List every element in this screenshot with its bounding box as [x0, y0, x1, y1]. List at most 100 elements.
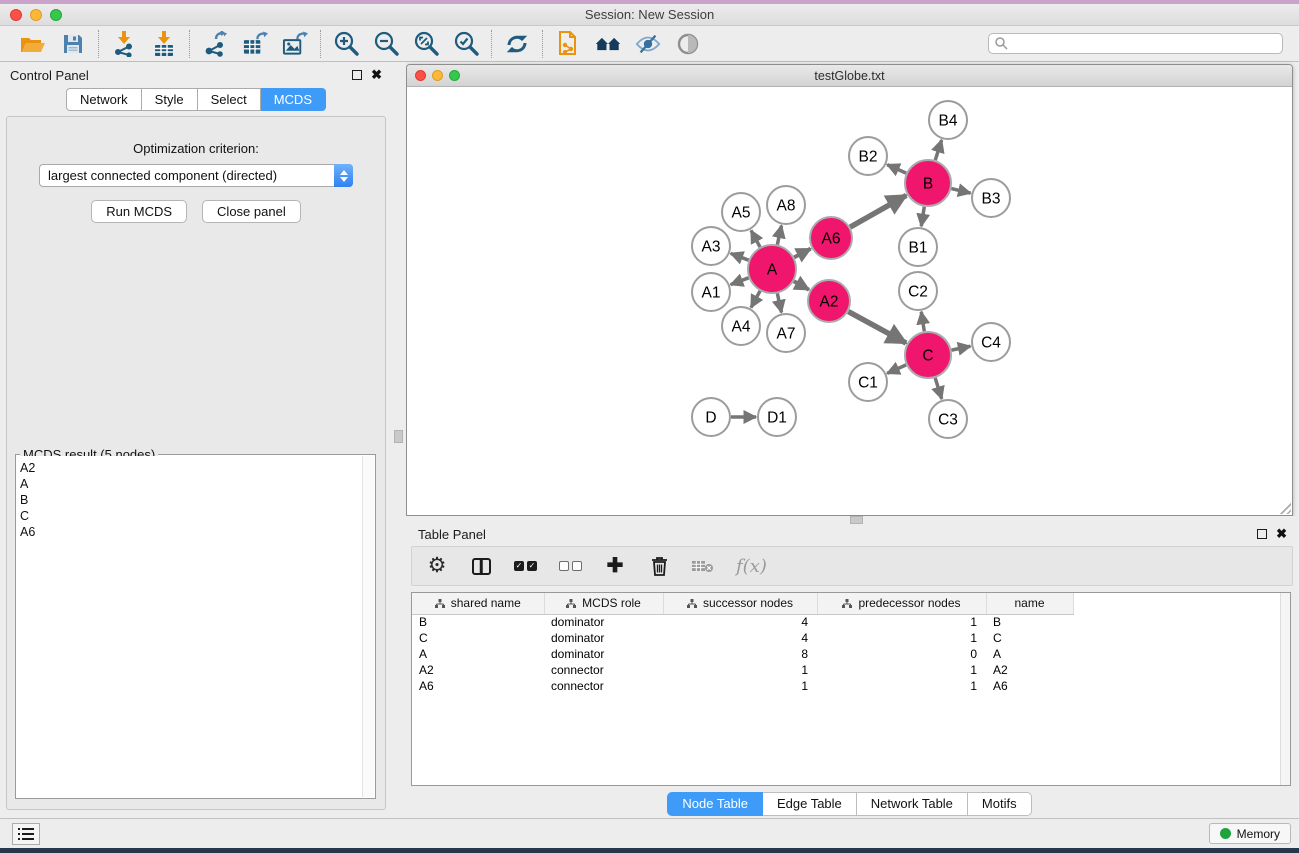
- splitter-grip[interactable]: [850, 516, 863, 524]
- tab-node-table[interactable]: Node Table: [667, 792, 763, 816]
- edge-A-A5[interactable]: [751, 230, 760, 247]
- table-cell[interactable]: C: [986, 630, 1073, 646]
- table-cell[interactable]: 1: [817, 662, 986, 678]
- close-table-panel-icon[interactable]: ✖: [1276, 529, 1287, 539]
- save-session-icon[interactable]: [60, 31, 86, 57]
- close-panel-button[interactable]: Close panel: [202, 200, 301, 223]
- table-cell[interactable]: 1: [817, 678, 986, 694]
- table-row[interactable]: A6connector11A6: [412, 678, 1089, 694]
- tab-select[interactable]: Select: [198, 88, 261, 111]
- clone-network-icon[interactable]: [555, 31, 581, 57]
- tab-motifs[interactable]: Motifs: [968, 792, 1032, 816]
- table-row[interactable]: Adominator80A: [412, 646, 1089, 662]
- search-input[interactable]: [1009, 37, 1282, 51]
- table-scrollbar[interactable]: [1280, 593, 1290, 785]
- table-cell[interactable]: C: [412, 630, 544, 646]
- table-cell[interactable]: 1: [817, 614, 986, 630]
- table-cell[interactable]: 1: [817, 630, 986, 646]
- column-header-predecessor-nodes[interactable]: predecessor nodes: [817, 593, 986, 614]
- tab-network[interactable]: Network: [66, 88, 142, 111]
- mcds-result-list[interactable]: A2ABCA6: [17, 456, 362, 797]
- edge-A-A8[interactable]: [777, 226, 781, 245]
- edge-A-A7[interactable]: [777, 293, 781, 312]
- memory-button[interactable]: Memory: [1209, 823, 1291, 844]
- export-table-icon[interactable]: [242, 31, 268, 57]
- edge-C-C3[interactable]: [935, 378, 942, 399]
- edge-A-A3[interactable]: [731, 253, 749, 260]
- node-A2[interactable]: A2: [808, 280, 850, 322]
- vertical-splitter[interactable]: [392, 62, 406, 818]
- run-mcds-button[interactable]: Run MCDS: [91, 200, 187, 223]
- mcds-result-item[interactable]: A2: [20, 460, 362, 476]
- table-cell[interactable]: dominator: [544, 630, 663, 646]
- table-cell[interactable]: dominator: [544, 614, 663, 630]
- table-cell[interactable]: 1: [663, 678, 817, 694]
- node-C3[interactable]: C3: [929, 400, 967, 438]
- import-network-icon[interactable]: [111, 31, 137, 57]
- node-A3[interactable]: A3: [692, 227, 730, 265]
- optimization-criterion-select[interactable]: largest connected component (directed): [39, 164, 353, 187]
- zoom-selected-icon[interactable]: [453, 31, 479, 57]
- network-window-titlebar[interactable]: testGlobe.txt: [407, 65, 1292, 87]
- home-icon[interactable]: [595, 31, 621, 57]
- node-A7[interactable]: A7: [767, 314, 805, 352]
- column-header-MCDS-role[interactable]: MCDS role: [544, 593, 663, 614]
- export-image-icon[interactable]: [282, 31, 308, 57]
- edge-A-A2[interactable]: [794, 281, 809, 290]
- network-canvas[interactable]: B4B2BB3B1A5A8A6A3AA1C2A2A4A7C1CC4C3DD1: [407, 87, 1292, 515]
- node-B4[interactable]: B4: [929, 101, 967, 139]
- mcds-result-item[interactable]: B: [20, 492, 362, 508]
- edge-B-B2[interactable]: [887, 165, 906, 174]
- column-header-shared-name[interactable]: shared name: [412, 593, 544, 614]
- edge-A6-B[interactable]: [850, 195, 906, 227]
- edge-A2-C[interactable]: [848, 312, 906, 343]
- node-C1[interactable]: C1: [849, 363, 887, 401]
- table-row[interactable]: A2connector11A2: [412, 662, 1089, 678]
- close-panel-icon[interactable]: ✖: [371, 70, 382, 80]
- edge-A-A1[interactable]: [731, 278, 749, 285]
- hide-details-eye-icon[interactable]: [635, 31, 661, 57]
- table-cell[interactable]: 4: [663, 614, 817, 630]
- table-cell[interactable]: 4: [663, 630, 817, 646]
- float-panel-icon[interactable]: [352, 70, 362, 80]
- import-table-icon[interactable]: [151, 31, 177, 57]
- show-columns-icon[interactable]: [470, 554, 492, 578]
- table-settings-gear-icon[interactable]: ⚙: [426, 554, 448, 578]
- task-history-button[interactable]: [12, 823, 40, 845]
- zoom-in-icon[interactable]: [333, 31, 359, 57]
- mcds-result-item[interactable]: C: [20, 508, 362, 524]
- column-header-successor-nodes[interactable]: successor nodes: [663, 593, 817, 614]
- deselect-all-columns-icon[interactable]: [559, 554, 582, 578]
- table-cell[interactable]: A2: [412, 662, 544, 678]
- table-cell[interactable]: A: [986, 646, 1073, 662]
- zoom-out-icon[interactable]: [373, 31, 399, 57]
- select-all-columns-icon[interactable]: ✓✓: [514, 554, 537, 578]
- table-row[interactable]: Bdominator41B: [412, 614, 1089, 630]
- node-A6[interactable]: A6: [810, 217, 852, 259]
- table-cell[interactable]: 1: [663, 662, 817, 678]
- show-details-eye-icon[interactable]: [675, 31, 701, 57]
- node-C4[interactable]: C4: [972, 323, 1010, 361]
- table-cell[interactable]: connector: [544, 662, 663, 678]
- node-C2[interactable]: C2: [899, 272, 937, 310]
- table-cell[interactable]: A: [412, 646, 544, 662]
- apply-layout-icon[interactable]: [504, 31, 530, 57]
- node-B[interactable]: B: [905, 160, 951, 206]
- table-cell[interactable]: dominator: [544, 646, 663, 662]
- table-row[interactable]: Cdominator41C: [412, 630, 1089, 646]
- mcds-list-scrollbar[interactable]: [362, 456, 374, 797]
- edge-B-B3[interactable]: [951, 189, 970, 194]
- edge-A-A6[interactable]: [794, 249, 811, 258]
- node-C[interactable]: C: [905, 332, 951, 378]
- add-column-icon[interactable]: ✚: [604, 554, 626, 578]
- table-cell[interactable]: A6: [412, 678, 544, 694]
- tab-edge-table[interactable]: Edge Table: [763, 792, 857, 816]
- node-D[interactable]: D: [692, 398, 730, 436]
- table-cell[interactable]: A6: [986, 678, 1073, 694]
- node-A4[interactable]: A4: [722, 307, 760, 345]
- table-cell[interactable]: A2: [986, 662, 1073, 678]
- node-D1[interactable]: D1: [758, 398, 796, 436]
- node-B1[interactable]: B1: [899, 228, 937, 266]
- float-table-panel-icon[interactable]: [1257, 529, 1267, 539]
- splitter-grip[interactable]: [394, 430, 403, 443]
